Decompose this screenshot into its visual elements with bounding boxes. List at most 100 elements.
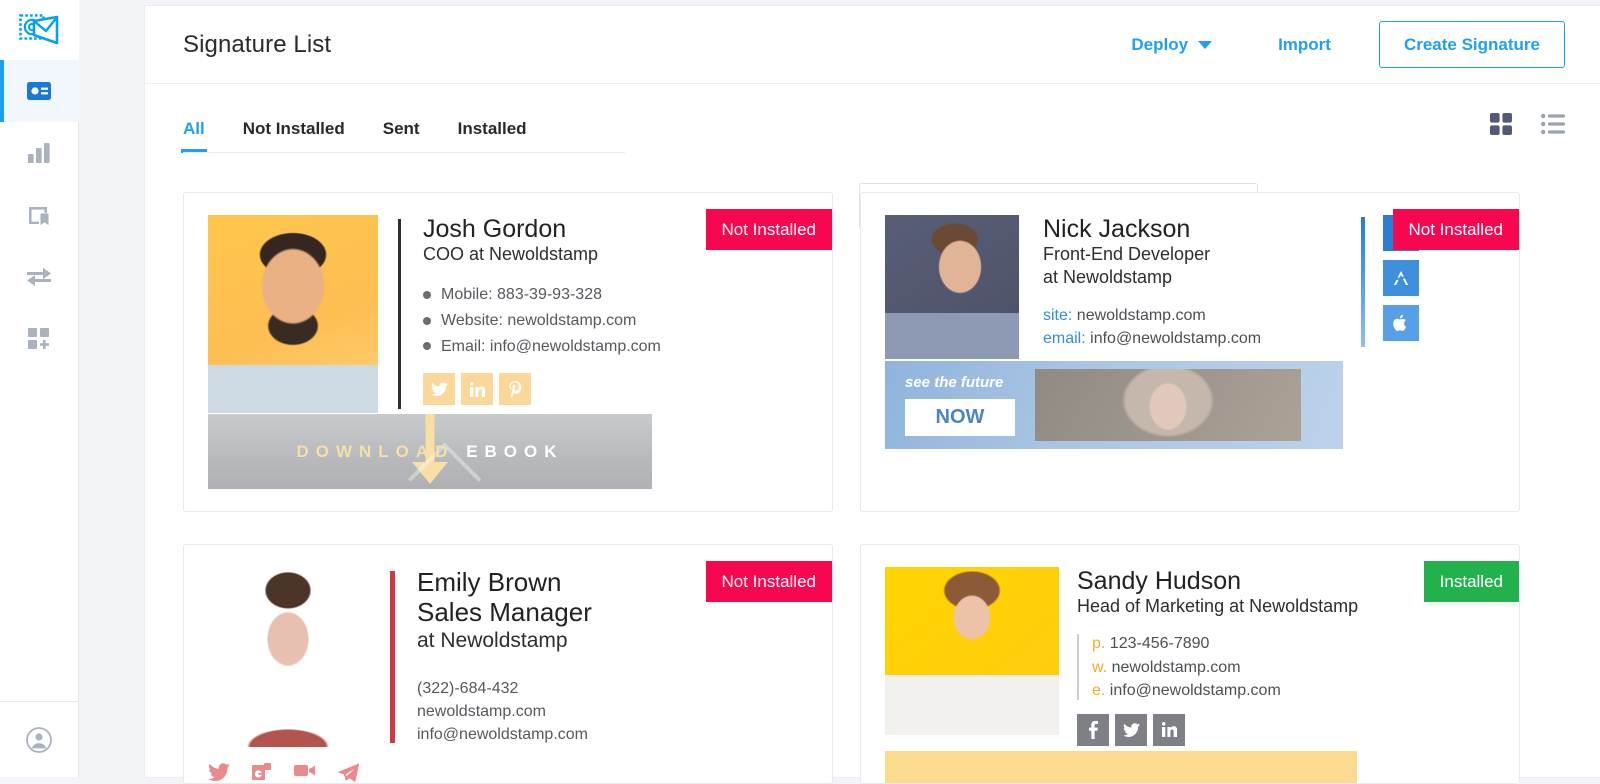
contact-detail-text: 123-456-7890 [1109,635,1210,653]
contact-detail-text: Website: newoldstamp.com [441,311,637,329]
deploy-button[interactable]: Deploy [1131,34,1213,55]
linkedin-icon[interactable] [1153,713,1185,746]
tab-all[interactable]: All [181,119,207,153]
contact-detail-label: e. [1092,681,1106,699]
signature-banner[interactable]: DOWNLOAD EBOOK [208,414,652,489]
signature-card-nick-jackson[interactable]: Not Installed Nick Jackson Front-End Dev… [860,192,1520,512]
bullet-icon [423,316,431,325]
tab-sent[interactable]: Sent [383,119,420,153]
contact-detail-email: info@newoldstamp.com [417,725,588,743]
twitter-icon[interactable] [208,763,230,782]
linkedin-icon[interactable] [461,373,493,406]
import-button[interactable]: Import [1278,35,1331,55]
signature-card-grid: Not Installed Josh Gordon COO at Newolds… [183,192,1563,784]
sidebar-item-account[interactable] [0,701,79,777]
contact-detail-label: email: [1043,329,1086,347]
facebook-icon[interactable] [1077,713,1109,746]
contact-name: Nick Jackson [1043,215,1191,243]
banner-cta-button[interactable]: NOW [905,399,1015,436]
google-contact-icon[interactable] [252,763,272,782]
contact-detail-text: Email: info@newoldstamp.com [441,337,661,355]
sidebar-item-signatures[interactable] [0,60,79,122]
signature-preview: Sandy Hudson Head of Marketing at Newold… [885,567,1495,746]
contact-role-line-1: Sales Manager [417,597,592,628]
contact-detail-text: info@newoldstamp.com [1090,329,1262,347]
banner-tagline: see the future [905,374,1004,391]
signature-text-block: Emily Brown Sales Manager at Newoldstamp… [417,567,592,747]
divider [1361,217,1365,347]
divider [398,219,401,409]
status-tabs: All Not Installed Sent Installed [181,95,625,153]
contact-detail-website: newoldstamp.com [417,702,546,720]
view-toggles [1489,112,1565,136]
signature-text-block: Josh Gordon COO at Newoldstamp Mobile: 8… [423,215,661,413]
main-panel: Signature List Deploy Import Create Sign… [145,6,1600,784]
social-links [208,763,808,782]
signature-banner[interactable]: see the future NOW [885,361,1343,449]
avatar [885,215,1019,359]
contact-detail-label: p. [1092,635,1106,653]
sidebar-item-integrations[interactable] [0,308,79,370]
contact-detail-website: w. newoldstamp.com [1092,656,1281,679]
apps-add-icon [27,327,51,351]
status-badge: Not Installed [705,561,832,602]
sidebar-item-campaigns[interactable] [0,184,79,246]
bar-chart-icon [27,142,51,164]
contact-role-line-2: at Newoldstamp [1043,267,1173,288]
contact-role: Head of Marketing at Newoldstamp [1077,596,1359,616]
divider [1077,634,1079,700]
contact-detail-email: email: info@newoldstamp.com [1043,327,1343,350]
apple-icon[interactable] [1383,305,1419,341]
banner-left: see the future NOW [885,374,1035,436]
banner-text-ebook: EBOOK [466,441,564,461]
signature-text-block: Nick Jackson Front-End Developer at Newo… [1043,215,1343,359]
video-camera-icon[interactable] [294,763,316,782]
contact-detail-text: newoldstamp.com [1076,306,1206,324]
list-view-icon[interactable] [1541,113,1565,135]
signature-banner[interactable] [885,751,1357,783]
contact-detail-mobile: Mobile: 883-39-93-328 [423,282,661,308]
signature-card-josh-gordon[interactable]: Not Installed Josh Gordon COO at Newolds… [183,192,833,512]
status-badge: Installed [1423,561,1519,602]
contact-detail-email: Email: info@newoldstamp.com [423,334,661,360]
status-badge: Not Installed [705,209,832,250]
contact-role-line-1: Front-End Developer [1043,244,1211,264]
twitter-icon[interactable] [423,373,455,406]
avatar [208,567,368,747]
page-header: Signature List Deploy Import Create Sign… [145,6,1600,84]
pinterest-icon[interactable] [499,373,531,406]
contact-detail-label: w. [1092,658,1108,676]
telegram-icon[interactable] [338,763,359,782]
tab-installed[interactable]: Installed [458,119,527,153]
tab-not-installed[interactable]: Not Installed [243,119,345,153]
contact-detail-text: info@newoldstamp.com [1109,681,1281,699]
contact-name: Sandy Hudson [1077,567,1242,595]
campaign-bookmark-icon [27,203,51,227]
signature-card-emily-brown[interactable]: Not Installed Emily Brown Sales Manager … [183,544,833,784]
contact-detail-website: Website: newoldstamp.com [423,308,661,334]
deploy-label: Deploy [1131,34,1189,54]
contact-detail-text: newoldstamp.com [1111,658,1241,676]
twitter-icon[interactable] [1115,713,1147,746]
sidebar-item-analytics[interactable] [0,122,79,184]
contact-details: p. 123-456-7890 w. newoldstamp.com e. in… [1077,632,1358,702]
signature-card-sandy-hudson[interactable]: Installed Sandy Hudson Head of Marketing… [860,544,1520,784]
app-logo[interactable] [0,0,79,60]
divider [390,571,395,743]
sidebar [0,0,79,777]
chevron-down-icon [1198,40,1213,49]
dribbble-icon[interactable] [1383,260,1419,296]
social-links [423,373,661,406]
status-badge: Not Installed [1392,209,1519,250]
create-signature-button[interactable]: Create Signature [1378,21,1565,68]
banner-text: DOWNLOAD EBOOK [296,442,563,462]
grid-view-icon[interactable] [1489,112,1513,136]
contact-role: COO at Newoldstamp [423,244,599,264]
signature-card-icon [26,80,52,102]
banner-text-download: DOWNLOAD [296,441,455,461]
contact-detail-email: e. info@newoldstamp.com [1092,679,1281,702]
sidebar-item-transfer[interactable] [0,246,79,308]
contact-detail-phone: (322)-684-432 [417,679,519,697]
